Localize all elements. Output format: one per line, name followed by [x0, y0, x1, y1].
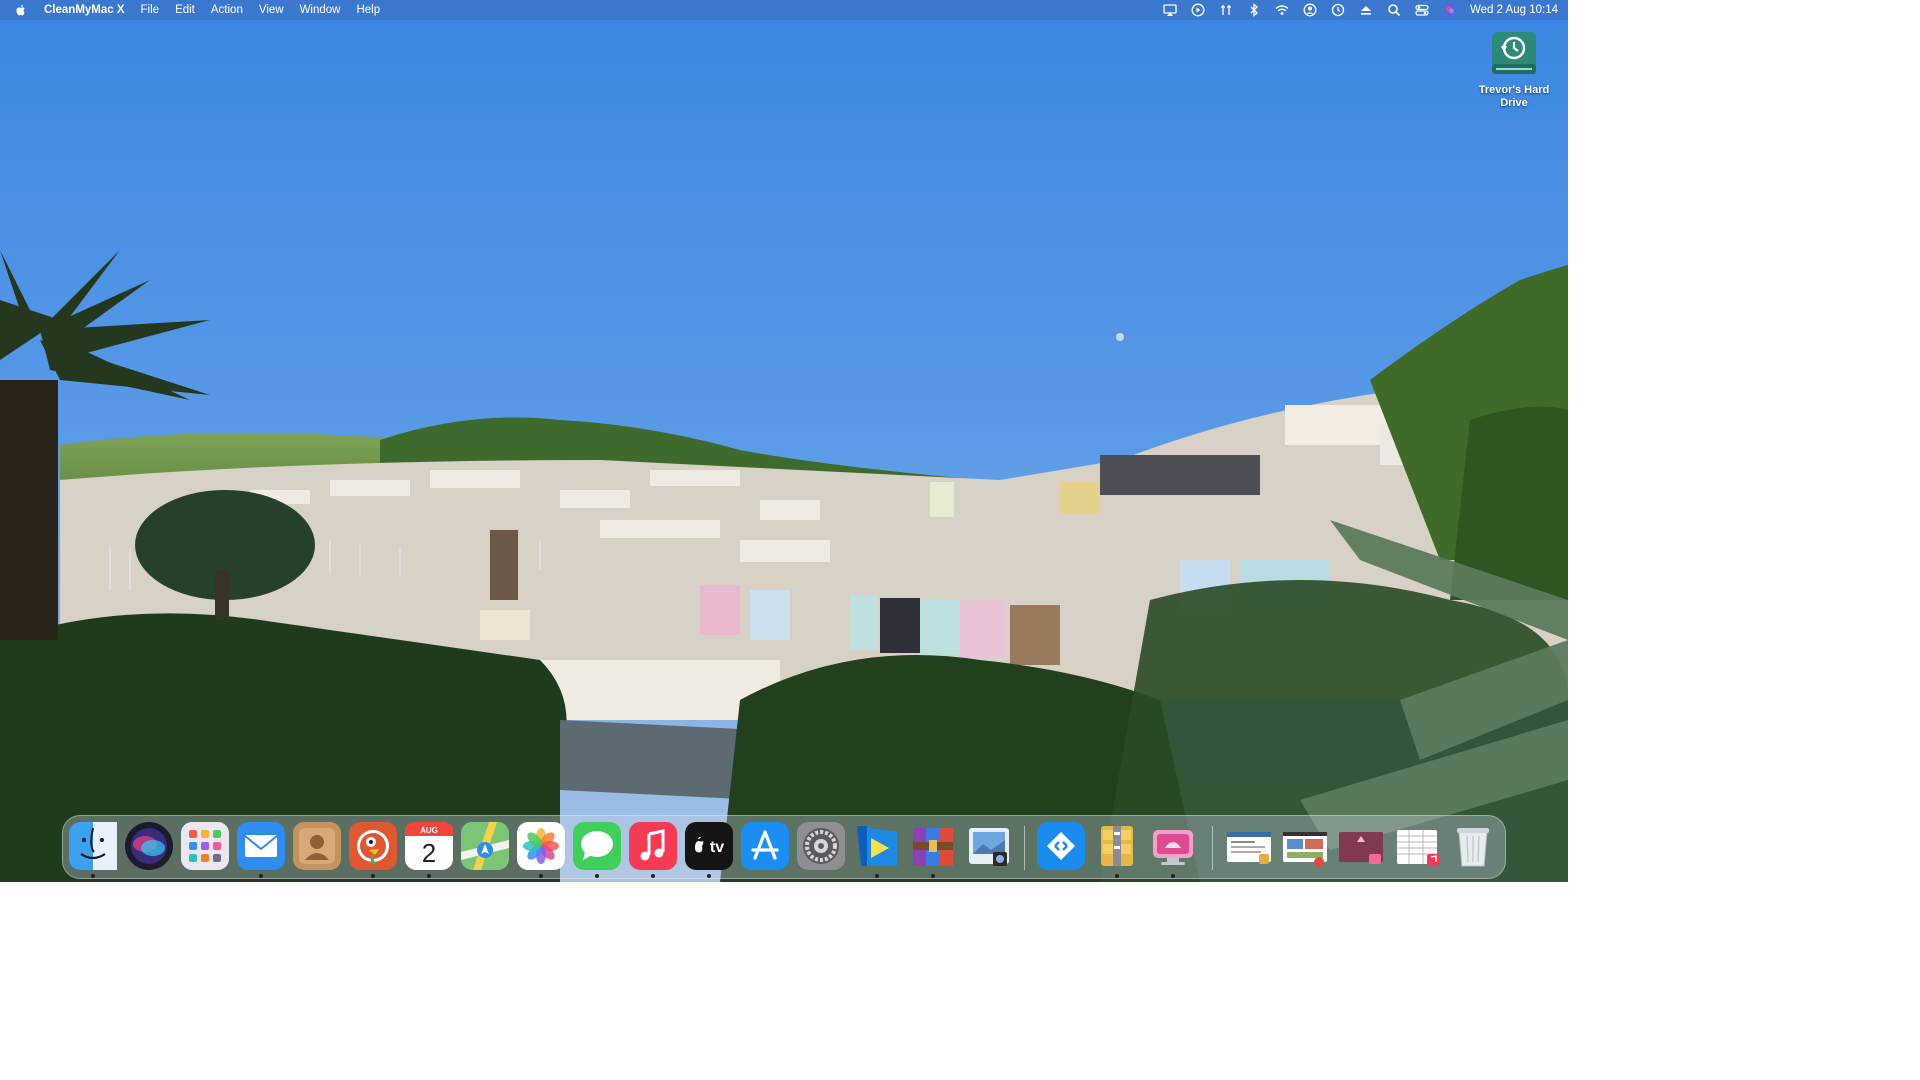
- dock-maps-icon[interactable]: [461, 822, 509, 870]
- menu-help[interactable]: Help: [348, 0, 388, 20]
- time-machine-icon[interactable]: [1324, 0, 1352, 20]
- antenna-icon[interactable]: [1212, 0, 1240, 20]
- bluetooth-icon[interactable]: [1240, 0, 1268, 20]
- dock-document-4-icon[interactable]: [1393, 822, 1441, 870]
- dock-system-settings-icon[interactable]: [797, 822, 845, 870]
- dock-preview-icon[interactable]: [965, 822, 1013, 870]
- dock: AUG 2 tv: [62, 815, 1506, 879]
- time-machine-drive-icon: [1492, 32, 1536, 74]
- menu-action[interactable]: Action: [203, 0, 251, 20]
- dock-siri-icon[interactable]: [125, 822, 173, 870]
- eject-icon[interactable]: [1352, 0, 1380, 20]
- siri-icon[interactable]: [1436, 0, 1464, 20]
- dock-document-2-icon[interactable]: [1281, 822, 1329, 870]
- dock-app-store-icon[interactable]: [741, 822, 789, 870]
- dock-finder-icon[interactable]: [69, 822, 117, 870]
- dock-messages-icon[interactable]: [573, 822, 621, 870]
- play-circle-icon[interactable]: [1184, 0, 1212, 20]
- display-mirroring-icon[interactable]: [1156, 0, 1184, 20]
- desktop-icon-hard-drive[interactable]: Trevor's Hard Drive: [1468, 28, 1560, 110]
- menu-bar: CleanMyMac X File Edit Action View Windo…: [0, 0, 1568, 20]
- drive-label: Trevor's Hard Drive: [1478, 84, 1550, 109]
- dock-calendar-icon[interactable]: AUG 2: [405, 822, 453, 870]
- dock-remote-desktop-icon[interactable]: [1037, 822, 1085, 870]
- dock-photos-icon[interactable]: [517, 822, 565, 870]
- dock-infuse-icon[interactable]: [853, 822, 901, 870]
- menu-edit[interactable]: Edit: [167, 0, 203, 20]
- calendar-day: 2: [422, 838, 436, 868]
- apple-logo-icon[interactable]: [14, 3, 28, 17]
- dock-music-icon[interactable]: [629, 822, 677, 870]
- calendar-month: AUG: [420, 826, 438, 835]
- dock-tv-icon[interactable]: tv: [685, 822, 733, 870]
- wifi-icon[interactable]: [1268, 0, 1296, 20]
- dock-mail-icon[interactable]: [237, 822, 285, 870]
- dock-duckduckgo-icon[interactable]: [349, 822, 397, 870]
- desktop-wallpaper: [0, 0, 1568, 882]
- menu-view[interactable]: View: [251, 0, 292, 20]
- menu-window[interactable]: Window: [292, 0, 349, 20]
- dock-archive-utility-icon[interactable]: [1093, 822, 1141, 870]
- dock-document-3-icon[interactable]: [1337, 822, 1385, 870]
- control-center-icon[interactable]: [1408, 0, 1436, 20]
- dock-cleanmymac-icon[interactable]: [1149, 822, 1197, 870]
- user-circle-icon[interactable]: [1296, 0, 1324, 20]
- search-icon[interactable]: [1380, 0, 1408, 20]
- tv-label: tv: [710, 839, 724, 856]
- menu-file[interactable]: File: [133, 0, 168, 20]
- app-menu-cleanmymac[interactable]: CleanMyMac X: [36, 0, 133, 20]
- dock-contacts-icon[interactable]: [293, 822, 341, 870]
- dock-launchpad-icon[interactable]: [181, 822, 229, 870]
- dock-rar-archiver-icon[interactable]: [909, 822, 957, 870]
- menubar-clock[interactable]: Wed 2 Aug 10:14: [1464, 0, 1558, 20]
- dock-document-1-icon[interactable]: [1225, 822, 1273, 870]
- dock-trash-icon[interactable]: [1449, 822, 1497, 870]
